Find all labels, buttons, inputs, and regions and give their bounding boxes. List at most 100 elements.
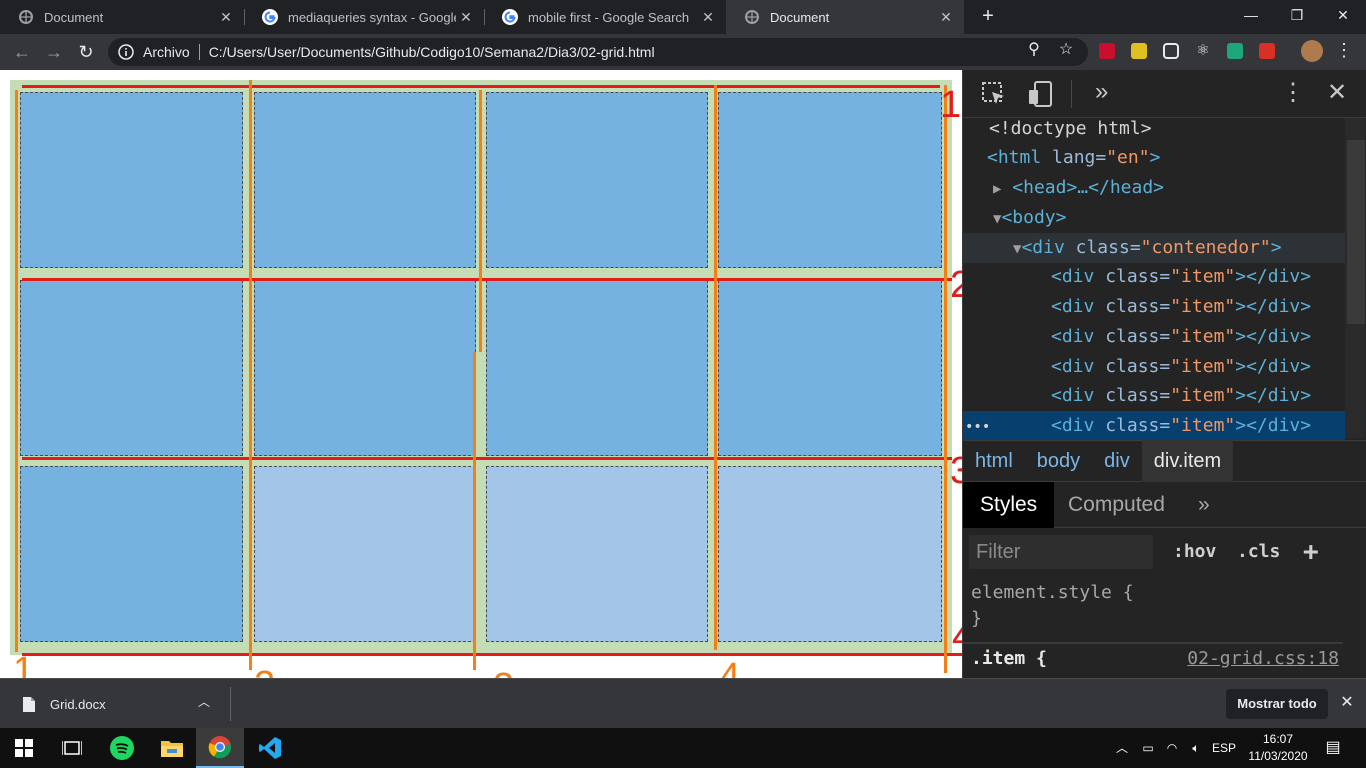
spotify-icon[interactable] bbox=[98, 728, 146, 768]
dom-node-head[interactable]: ▶ <head>…</head> bbox=[963, 173, 1343, 203]
dom-node-item[interactable]: <div class="item"></div> bbox=[963, 262, 1343, 292]
close-shelf-icon[interactable]: ✕ bbox=[1336, 692, 1358, 712]
system-clock[interactable]: 16:07 11/03/2020 bbox=[1244, 731, 1312, 765]
more-panels-icon[interactable]: » bbox=[1095, 78, 1108, 106]
attr-value: "item" bbox=[1170, 415, 1236, 436]
new-tab-button[interactable]: + bbox=[976, 4, 1000, 28]
expand-triangle-icon[interactable]: ▶ bbox=[993, 181, 1001, 197]
filter-input[interactable]: Filter bbox=[969, 535, 1153, 569]
tag-text: ></div> bbox=[1235, 415, 1312, 436]
google-icon bbox=[262, 9, 278, 25]
tab-document-1[interactable]: Document ✕ bbox=[0, 0, 244, 34]
tab-mobile-first-search[interactable]: mobile first - Google Search ✕ bbox=[484, 0, 726, 34]
column-line-number: 2 bbox=[254, 666, 275, 678]
clock-date: 11/03/2020 bbox=[1248, 749, 1308, 763]
tag-text: <html bbox=[987, 147, 1042, 168]
extension-icon[interactable] bbox=[1131, 43, 1147, 59]
breadcrumb-item-selected[interactable]: div.item bbox=[1141, 440, 1234, 482]
dom-node-contenedor[interactable]: ▼<div class="contenedor"> bbox=[963, 233, 1345, 263]
tag-text: <div bbox=[1051, 385, 1095, 406]
reload-button[interactable]: ↻ bbox=[74, 40, 98, 64]
menu-icon[interactable]: ⋮ bbox=[1334, 40, 1354, 60]
ublock-icon[interactable] bbox=[1099, 43, 1115, 59]
battery-icon[interactable]: ▭ bbox=[1138, 728, 1158, 768]
breadcrumb: html body div div.item bbox=[963, 440, 1366, 482]
volume-icon[interactable]: 🔈︎ bbox=[1186, 728, 1206, 768]
dom-node-body[interactable]: ▼<body> bbox=[963, 203, 1343, 233]
forward-button[interactable]: → bbox=[42, 40, 66, 64]
task-view-icon[interactable] bbox=[48, 728, 96, 768]
dom-node-item-selected[interactable]: ••• <div class="item"></div> bbox=[963, 411, 1345, 441]
dom-node-item[interactable]: <div class="item"></div> bbox=[963, 292, 1343, 322]
close-icon[interactable]: ✕ bbox=[216, 9, 236, 26]
tab-styles[interactable]: Styles bbox=[963, 482, 1055, 528]
page-viewport: 1 2 3 4 1 2 3 4 bbox=[0, 70, 962, 678]
dom-node-item[interactable]: <div class="item"></div> bbox=[963, 381, 1343, 411]
url-text[interactable]: C:/Users/User/Documents/Github/Codigo10/… bbox=[209, 44, 655, 60]
chrome-icon[interactable] bbox=[196, 728, 244, 768]
close-icon[interactable]: ✕ bbox=[936, 9, 956, 26]
cls-button[interactable]: .cls bbox=[1237, 535, 1280, 569]
doctype-text: <!doctype html> bbox=[989, 118, 1152, 139]
download-item[interactable]: Grid.docx bbox=[16, 687, 226, 721]
window-close-button[interactable]: ✕ bbox=[1320, 0, 1366, 32]
extension-red-icon[interactable] bbox=[1259, 43, 1275, 59]
back-button[interactable]: ← bbox=[10, 40, 34, 64]
column-line-number: 1 bbox=[13, 650, 35, 678]
tab-mediaqueries-search[interactable]: mediaqueries syntax - Google Se ✕ bbox=[244, 0, 484, 34]
tab-computed[interactable]: Computed bbox=[1051, 482, 1182, 528]
notifications-icon[interactable]: ▤ bbox=[1322, 728, 1344, 768]
address-bar[interactable]: Archivo C:/Users/User/Documents/Github/C… bbox=[108, 38, 1088, 66]
hov-button[interactable]: :hov bbox=[1173, 535, 1216, 569]
attr-text: lang= bbox=[1041, 147, 1107, 168]
wifi-icon[interactable]: ◠ bbox=[1162, 728, 1182, 768]
more-tabs-icon[interactable]: » bbox=[1181, 482, 1227, 528]
element-style-selector[interactable]: element.style { bbox=[971, 582, 1134, 603]
elements-scrollbar-thumb[interactable] bbox=[1347, 140, 1365, 324]
zoom-icon[interactable]: ⚲ bbox=[1024, 40, 1044, 60]
close-icon[interactable]: ✕ bbox=[698, 9, 718, 26]
tag-text: <div bbox=[1051, 326, 1095, 347]
grid-item-empty bbox=[718, 466, 942, 642]
css-source-link[interactable]: 02-grid.css:18 bbox=[1187, 648, 1339, 669]
info-icon[interactable] bbox=[117, 43, 135, 61]
dom-node-doctype[interactable]: <!doctype html> bbox=[963, 114, 1343, 144]
react-devtools-icon[interactable]: ⚛ bbox=[1195, 43, 1211, 59]
file-explorer-icon[interactable] bbox=[148, 728, 196, 768]
dom-node-html[interactable]: <html lang="en"> bbox=[963, 143, 1343, 173]
item-rule-selector[interactable]: .item { bbox=[971, 648, 1047, 669]
tag-text: <div bbox=[1051, 296, 1095, 317]
attr-value: "item" bbox=[1170, 296, 1236, 317]
new-rule-button[interactable]: + bbox=[1303, 535, 1319, 569]
breadcrumb-item[interactable]: html bbox=[963, 440, 1025, 482]
vscode-icon[interactable] bbox=[246, 728, 294, 768]
bookmark-star-icon[interactable]: ☆ bbox=[1056, 40, 1076, 60]
attr-text: class= bbox=[1064, 237, 1141, 258]
dom-node-item[interactable]: <div class="item"></div> bbox=[963, 352, 1343, 382]
device-toolbar-icon[interactable] bbox=[1027, 80, 1055, 108]
tab-document-active[interactable]: Document ✕ bbox=[726, 0, 964, 34]
omnibox-divider bbox=[198, 44, 200, 60]
chevron-up-icon[interactable]: ︿ bbox=[1112, 728, 1132, 768]
kebab-menu-icon[interactable]: ⋮ bbox=[1281, 78, 1305, 107]
breadcrumb-item[interactable]: div bbox=[1092, 440, 1142, 482]
restore-button[interactable]: ❐ bbox=[1274, 0, 1320, 32]
chevron-up-icon[interactable]: ︿ bbox=[198, 693, 210, 710]
close-devtools-icon[interactable]: ✕ bbox=[1327, 78, 1347, 107]
pocket-icon[interactable] bbox=[1163, 43, 1179, 59]
windows-start-icon[interactable] bbox=[0, 728, 48, 768]
row-line-number: 1 bbox=[940, 84, 962, 126]
minimize-button[interactable]: — bbox=[1228, 0, 1274, 32]
show-all-button[interactable]: Mostrar todo bbox=[1226, 689, 1328, 719]
close-icon[interactable]: ✕ bbox=[456, 9, 476, 26]
inspect-element-icon[interactable] bbox=[981, 81, 1007, 107]
language-indicator[interactable]: ESP bbox=[1210, 728, 1238, 768]
tag-text: <div bbox=[1021, 237, 1065, 258]
ellipsis-icon[interactable]: ••• bbox=[963, 412, 1051, 442]
dom-node-item[interactable]: <div class="item"></div> bbox=[963, 322, 1343, 352]
extension-s-icon[interactable] bbox=[1227, 43, 1243, 59]
column-line-3a bbox=[479, 90, 482, 352]
tag-text: ></div> bbox=[1235, 296, 1312, 317]
breadcrumb-item[interactable]: body bbox=[1025, 440, 1092, 482]
avatar[interactable] bbox=[1301, 40, 1323, 62]
